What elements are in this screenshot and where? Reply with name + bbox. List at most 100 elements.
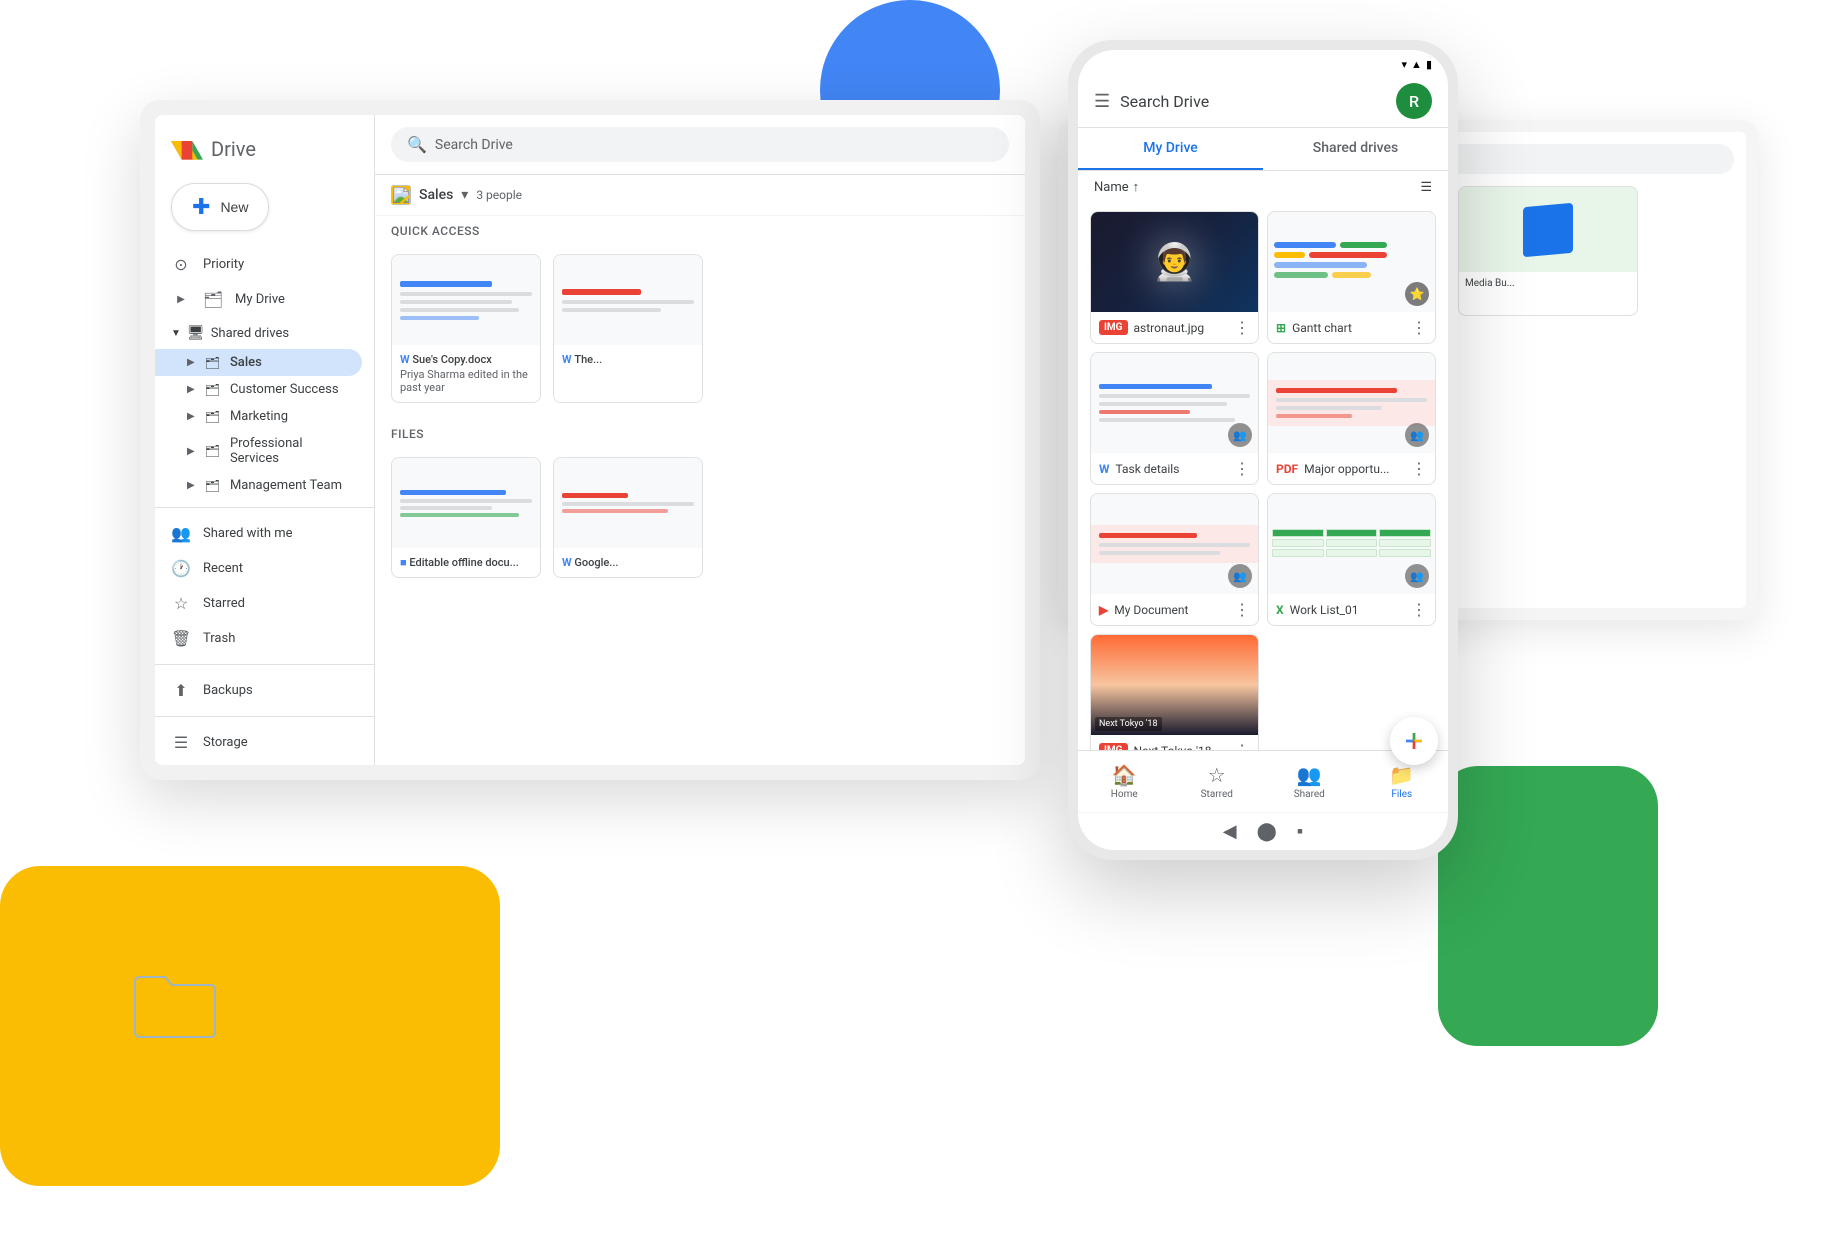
phone-search-bar[interactable]: ☰ Search Drive R bbox=[1078, 75, 1448, 128]
phone-nav-files[interactable]: 📁 Files bbox=[1356, 759, 1449, 804]
phone-file-worklist[interactable]: 👥 X Work List_01 ⋮ bbox=[1267, 493, 1436, 626]
file-info-3: ■ Editable offline docu... bbox=[392, 548, 540, 577]
sidebar-item-shared-with-me[interactable]: 👥 Shared with me bbox=[155, 516, 362, 551]
sidebar-item-mydrive[interactable]: ▶ 🗂 My Drive bbox=[155, 282, 362, 317]
gantt-more-icon[interactable]: ⋮ bbox=[1411, 318, 1427, 337]
gantt-row-4 bbox=[1274, 272, 1429, 278]
document-file-info: ▶ My Document ⋮ bbox=[1091, 594, 1258, 625]
phone-search-input[interactable]: Search Drive bbox=[1120, 92, 1386, 111]
sheet-cell bbox=[1326, 539, 1378, 547]
sidebar-label-storage: Storage bbox=[203, 735, 248, 750]
sidebar-item-management-team[interactable]: ▶ 🗂 Management Team bbox=[155, 472, 362, 499]
people-overlay-4: 👥 bbox=[1405, 564, 1429, 588]
starred-nav-icon: ☆ bbox=[1208, 763, 1226, 787]
sidebar-item-marketing[interactable]: ▶ 🗂 Marketing bbox=[155, 403, 362, 430]
storage-section: 30.7 GB used bbox=[155, 760, 374, 765]
phone-home-indicator: ◀ ⬤ ▪ bbox=[1078, 812, 1448, 850]
shared-with-me-icon: 👥 bbox=[171, 524, 191, 543]
search-placeholder: Search Drive bbox=[435, 137, 513, 153]
sidebar-item-starred[interactable]: ☆ Starred bbox=[155, 586, 362, 621]
file-card-4[interactable]: W Google... bbox=[553, 457, 703, 578]
gantt-bar-4 bbox=[1309, 252, 1387, 258]
file-card-1[interactable]: W Sue's Copy.docx Priya Sharma edited in… bbox=[391, 254, 541, 403]
starred-overlay: ⭐ bbox=[1405, 282, 1429, 306]
major-line-2 bbox=[1276, 398, 1427, 402]
phone-file-astronaut[interactable]: 👨‍🚀 IMG astronaut.jpg ⋮ bbox=[1090, 211, 1259, 344]
doc-line bbox=[400, 513, 519, 517]
file-card-3[interactable]: ■ Editable offline docu... bbox=[391, 457, 541, 578]
shared-drives-header[interactable]: ▼ 🖥 Shared drives bbox=[155, 317, 374, 349]
worklist-more-icon[interactable]: ⋮ bbox=[1411, 600, 1427, 619]
quick-access-grid: W Sue's Copy.docx Priya Sharma edited in… bbox=[375, 246, 1025, 411]
tab-my-drive[interactable]: My Drive bbox=[1078, 128, 1263, 170]
sidebar-item-recent[interactable]: 🕐 Recent bbox=[155, 551, 362, 586]
sheet-cell bbox=[1326, 549, 1378, 557]
fab-plus-icon bbox=[1402, 729, 1426, 753]
task-more-icon[interactable]: ⋮ bbox=[1234, 459, 1250, 478]
file-card-2[interactable]: W The... bbox=[553, 254, 703, 403]
phone-avatar[interactable]: R bbox=[1396, 83, 1432, 119]
phone-file-tokyo[interactable]: Next Tokyo '18 IMG Next Tokyo '18 ⋮ bbox=[1090, 634, 1259, 750]
phone-file-gantt[interactable]: ⭐ ⊞ Gantt chart ⋮ bbox=[1267, 211, 1436, 344]
folder-name: Sales bbox=[419, 187, 453, 203]
sidebar-divider-2 bbox=[155, 664, 374, 665]
new-button[interactable]: ✚ New bbox=[171, 183, 269, 231]
gantt-preview-box: ⭐ bbox=[1268, 212, 1435, 312]
tokyo-more-icon[interactable]: ⋮ bbox=[1234, 741, 1250, 750]
tab-shared-drives[interactable]: Shared drives bbox=[1263, 128, 1448, 170]
search-bar[interactable]: 🔍 Search Drive bbox=[391, 127, 1009, 162]
phone-nav-shared[interactable]: 👥 Shared bbox=[1263, 759, 1356, 804]
app-title: Drive bbox=[211, 137, 256, 161]
file-preview-1 bbox=[392, 255, 540, 345]
gantt-row-1 bbox=[1274, 242, 1429, 248]
breadcrumb: Sales ▾ 3 people bbox=[375, 175, 1025, 216]
sidebar-label-priority: Priority bbox=[203, 257, 244, 272]
hamburger-icon[interactable]: ☰ bbox=[1094, 91, 1110, 112]
signal-icon: ▾ bbox=[1402, 58, 1408, 71]
sheet-cell bbox=[1272, 529, 1324, 537]
main-content: 🔍 Search Drive Sales ▾ 3 people Quick Ac… bbox=[375, 115, 1025, 765]
doc-line bbox=[400, 308, 519, 312]
task-name: Task details bbox=[1116, 462, 1180, 476]
worklist-name-row: X Work List_01 bbox=[1276, 603, 1358, 617]
sidebar-item-priority[interactable]: ⊙ Priority bbox=[155, 247, 362, 282]
tokyo-file-info: IMG Next Tokyo '18 ⋮ bbox=[1091, 735, 1258, 750]
sidebar-item-sales[interactable]: ▶ 🗂 Sales bbox=[155, 349, 362, 376]
sheet-row-1 bbox=[1272, 529, 1431, 537]
major-more-icon[interactable]: ⋮ bbox=[1411, 459, 1427, 478]
backups-icon: ⬆ bbox=[171, 681, 191, 700]
tokyo-label: Next Tokyo '18 bbox=[1095, 717, 1162, 731]
phone-file-task[interactable]: 👥 W Task details ⋮ bbox=[1090, 352, 1259, 485]
nav-files-label: Files bbox=[1391, 789, 1412, 800]
file-name-1: Sue's Copy.docx bbox=[412, 353, 491, 366]
doc-preview-line-2 bbox=[1099, 543, 1250, 547]
mgmt-folder-icon: 🗂 bbox=[205, 479, 220, 493]
sidebar-item-trash[interactable]: 🗑 Trash bbox=[155, 621, 362, 656]
phone-file-document[interactable]: 👥 ▶ My Document ⋮ bbox=[1090, 493, 1259, 626]
sidebar-item-storage[interactable]: ☰ Storage bbox=[155, 725, 362, 760]
gantt-bar-5 bbox=[1274, 262, 1367, 268]
view-toggle-icon[interactable]: ☰ bbox=[1420, 180, 1432, 195]
sidebar-label-trash: Trash bbox=[203, 631, 235, 646]
sort-control[interactable]: Name ↑ bbox=[1094, 179, 1139, 195]
sales-chevron-icon: ▶ bbox=[187, 357, 195, 368]
phone-file-major[interactable]: 👥 PDF Major opportu... ⋮ bbox=[1267, 352, 1436, 485]
astronaut-more-icon[interactable]: ⋮ bbox=[1234, 318, 1250, 337]
document-more-icon[interactable]: ⋮ bbox=[1234, 600, 1250, 619]
gantt-file-info: ⊞ Gantt chart ⋮ bbox=[1268, 312, 1435, 343]
phone-status-bar: ▾ ▲ ▮ bbox=[1078, 50, 1448, 75]
shared-nav-icon: 👥 bbox=[1297, 763, 1322, 787]
sidebar-item-backups[interactable]: ⬆ Backups bbox=[155, 673, 362, 708]
phone-fab[interactable] bbox=[1390, 717, 1438, 765]
recents-button[interactable]: ▪ bbox=[1297, 821, 1303, 842]
sidebar-item-professional-services[interactable]: ▶ 🗂 Professional Services bbox=[155, 430, 362, 472]
mydrive-chevron-icon: ▶ bbox=[171, 294, 191, 305]
phone-nav-starred[interactable]: ☆ Starred bbox=[1171, 759, 1264, 804]
phone-nav-home[interactable]: 🏠 Home bbox=[1078, 759, 1171, 804]
back-button[interactable]: ◀ bbox=[1223, 821, 1237, 842]
major-line-1 bbox=[1276, 388, 1397, 393]
task-name-row: W Task details bbox=[1099, 462, 1179, 476]
home-button[interactable]: ⬤ bbox=[1257, 821, 1277, 842]
files-nav-icon: 📁 bbox=[1389, 763, 1414, 787]
sidebar-item-customer-success[interactable]: ▶ 🗂 Customer Success bbox=[155, 376, 362, 403]
